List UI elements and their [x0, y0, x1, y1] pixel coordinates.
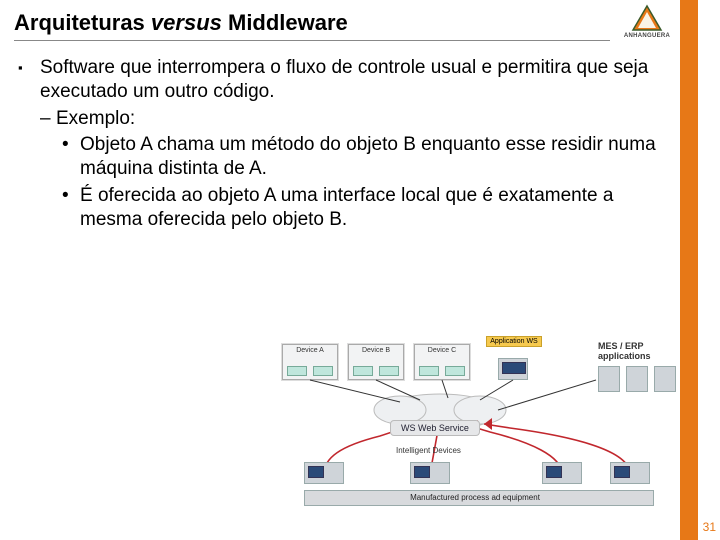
device-icon-1-screen [308, 466, 324, 478]
device-icon-2-screen [414, 466, 430, 478]
page-number: 31 [703, 520, 716, 534]
bullet-row: ▪ Software que interrompera o fluxo de c… [18, 56, 660, 232]
body-content: ▪ Software que interrompera o fluxo de c… [18, 56, 660, 232]
slide-title: Arquiteturas versus Middleware [14, 10, 610, 36]
sub-list: – Exemplo: • Objeto A chama um método do… [40, 107, 660, 233]
device-icon-3-screen [546, 466, 562, 478]
device-icon-2 [410, 462, 450, 484]
web-service-bar: WS Web Service [390, 420, 480, 436]
example-marker: – [40, 107, 56, 131]
main-text: Software que interrompera o fluxo de con… [40, 57, 648, 102]
bullet-text: Software que interrompera o fluxo de con… [40, 56, 660, 232]
intelligent-devices-label: Intelligent Devices [396, 446, 461, 455]
architecture-diagram: Device A Device B Device C Application W… [270, 338, 690, 518]
title-part-italic: versus [151, 10, 222, 35]
device-icon-4-screen [614, 466, 630, 478]
bullet-marker: ▪ [18, 56, 40, 232]
device-icon-3 [542, 462, 582, 484]
subsub-text-1: Objeto A chama um método do objeto B enq… [80, 133, 660, 182]
slide: ANHANGUERA Arquiteturas versus Middlewar… [0, 0, 720, 540]
title-area: Arquiteturas versus Middleware [14, 10, 610, 41]
title-part3: Middleware [222, 10, 348, 35]
sub-sub-list: • Objeto A chama um método do objeto B e… [62, 133, 660, 232]
triangle-logo-icon [630, 4, 664, 32]
subsub-marker-2: • [62, 184, 80, 233]
subsub-row-2: • É oferecida ao objeto A uma interface … [62, 184, 660, 233]
example-label: Exemplo: [56, 107, 135, 131]
web-service-label: WS Web Service [401, 423, 469, 433]
subsub-row-1: • Objeto A chama um método do objeto B e… [62, 133, 660, 182]
title-underline [14, 40, 610, 41]
title-part1: Arquiteturas [14, 10, 151, 35]
logo-label: ANHANGUERA [618, 33, 676, 39]
example-row: – Exemplo: [40, 107, 660, 131]
logo: ANHANGUERA [618, 4, 676, 39]
device-icon-4 [610, 462, 650, 484]
device-icon-1 [304, 462, 344, 484]
subsub-marker-1: • [62, 133, 80, 182]
subsub-text-2: É oferecida ao objeto A uma interface lo… [80, 184, 660, 233]
equipment-caption: Manufactured process ad equipment [410, 494, 540, 503]
